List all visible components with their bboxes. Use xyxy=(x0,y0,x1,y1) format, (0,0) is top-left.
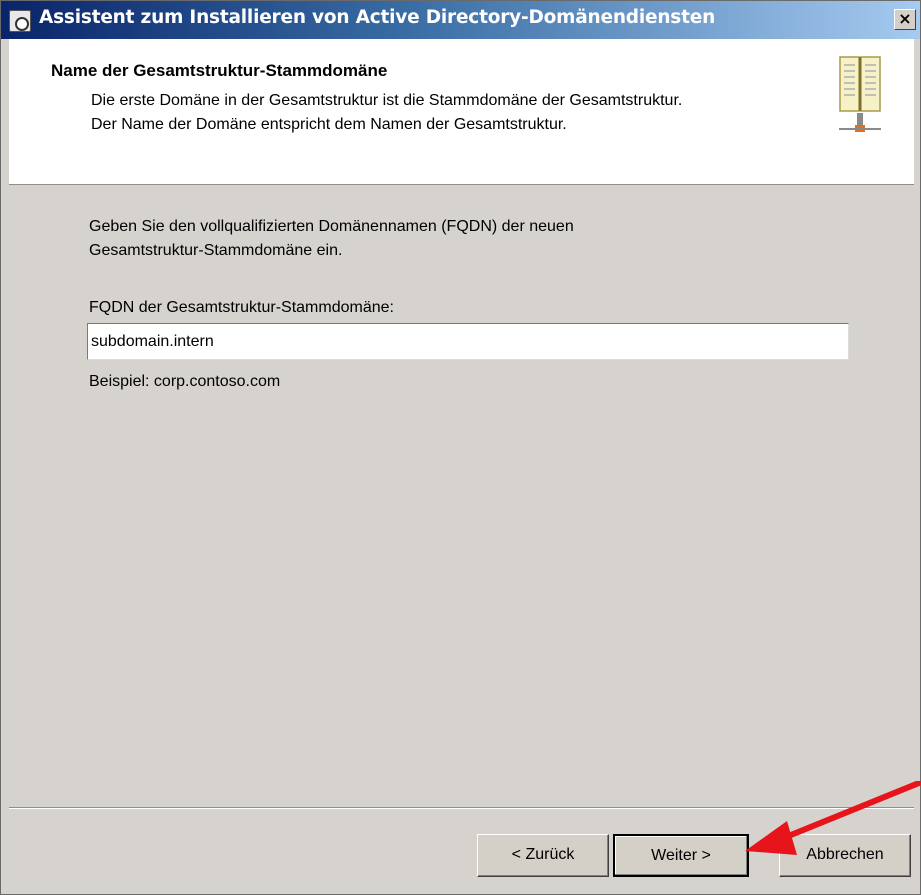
fqdn-input[interactable] xyxy=(87,323,849,360)
fqdn-label: FQDN der Gesamtstruktur-Stammdomäne: xyxy=(89,299,394,316)
directory-book-icon xyxy=(839,56,881,132)
close-button[interactable]: × xyxy=(894,9,916,30)
next-button[interactable]: Weiter > xyxy=(613,834,749,877)
annotation-arrow-icon xyxy=(745,781,921,855)
title-bar[interactable]: Assistent zum Installieren von Active Di… xyxy=(1,1,920,39)
instruction-text: Geben Sie den vollqualifizierten Domänen… xyxy=(89,215,574,263)
instruction-line-1: Geben Sie den vollqualifizierten Domänen… xyxy=(89,218,574,235)
page-description-line-2: Der Name der Domäne entspricht dem Namen… xyxy=(91,116,567,133)
back-button[interactable]: < Zurück xyxy=(477,834,609,877)
app-icon xyxy=(9,10,31,32)
instruction-line-2: Gesamtstruktur-Stammdomäne ein. xyxy=(89,242,343,259)
page-title: Name der Gesamtstruktur-Stammdomäne xyxy=(51,61,388,80)
page-description: Die erste Domäne in der Gesamtstruktur i… xyxy=(91,89,682,137)
page-description-line-1: Die erste Domäne in der Gesamtstruktur i… xyxy=(91,92,683,109)
window-title: Assistent zum Installieren von Active Di… xyxy=(39,7,716,28)
wizard-header: Name der Gesamtstruktur-Stammdomäne Die … xyxy=(9,39,914,185)
wizard-window: Assistent zum Installieren von Active Di… xyxy=(0,0,921,895)
example-hint: Beispiel: corp.contoso.com xyxy=(89,373,281,390)
